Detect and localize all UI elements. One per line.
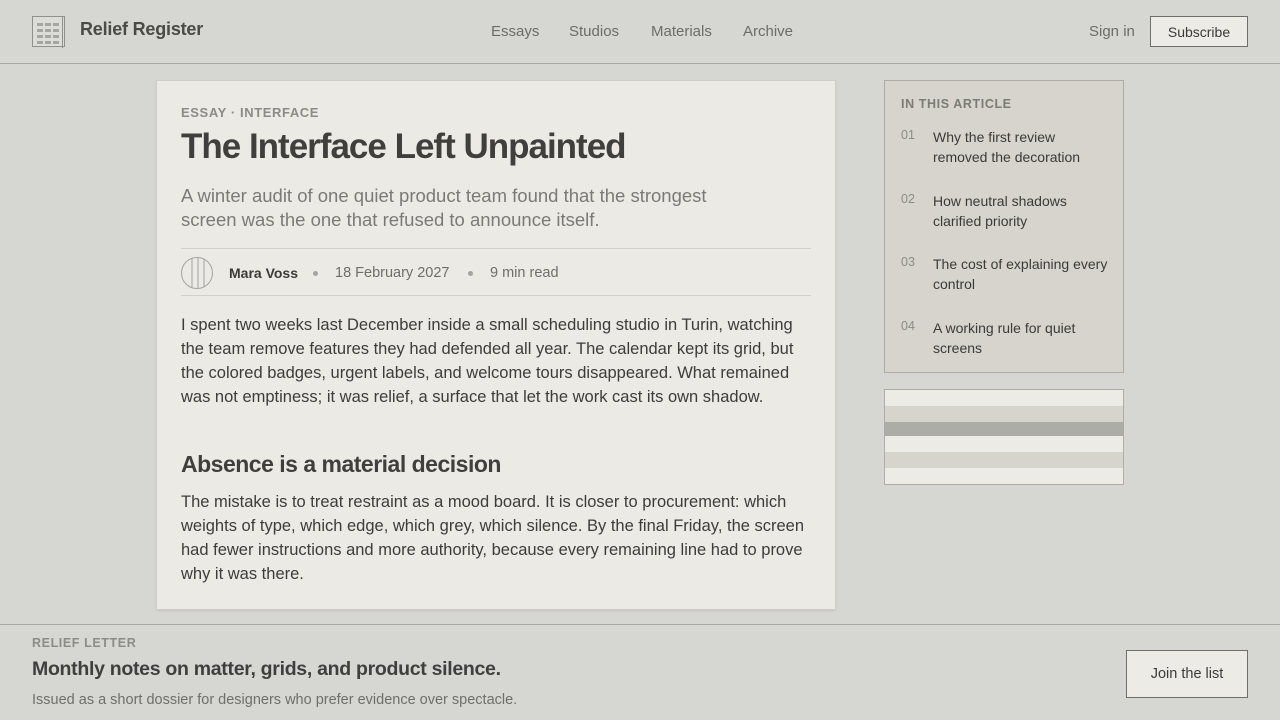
article-subtitle: A winter audit of one quiet product team… bbox=[181, 185, 707, 230]
material-swatch-panel bbox=[884, 389, 1124, 485]
article-card: ESSAY · INTERFACE The Interface Left Unp… bbox=[156, 80, 836, 610]
newsletter-title: Monthly notes on matter, grids, and prod… bbox=[32, 658, 501, 680]
author-name[interactable]: Mara Voss bbox=[229, 265, 298, 281]
publish-date: 18 February 2027 bbox=[335, 265, 450, 281]
nav-archive[interactable]: Archive bbox=[743, 23, 793, 40]
newsletter-footer: RELIEF LETTER Monthly notes on matter, g… bbox=[0, 624, 1280, 720]
article-paragraph: The mistake is to treat restraint as a m… bbox=[181, 493, 805, 583]
article-title: The Interface Left Unpainted bbox=[181, 127, 627, 166]
toc-heading: IN THIS ARTICLE bbox=[901, 97, 1012, 111]
site-header: Relief Register Essays Studios Materials… bbox=[0, 0, 1280, 64]
nav-essays[interactable]: Essays bbox=[491, 23, 539, 40]
swatch-stripe bbox=[885, 390, 1123, 406]
sign-in-link[interactable]: Sign in bbox=[1089, 23, 1135, 40]
section-heading: Absence is a material decision bbox=[181, 451, 501, 477]
toc-link[interactable]: Why the first review removed the decorat… bbox=[933, 127, 1109, 167]
meta-divider-top bbox=[181, 248, 811, 249]
toc-number: 04 bbox=[901, 319, 915, 333]
toc-number: 01 bbox=[901, 128, 915, 142]
swatch-stripe bbox=[885, 406, 1123, 422]
nav-studios[interactable]: Studios bbox=[569, 23, 619, 40]
newsletter-kicker: RELIEF LETTER bbox=[32, 636, 137, 650]
meta-separator bbox=[313, 271, 318, 276]
read-time: 9 min read bbox=[490, 265, 559, 281]
meta-separator bbox=[468, 271, 473, 276]
toc-number: 02 bbox=[901, 192, 915, 206]
avatar-icon bbox=[181, 257, 213, 289]
article-paragraph: I spent two weeks last December inside a… bbox=[181, 316, 794, 406]
swatch-stripe bbox=[885, 468, 1123, 484]
toc-link[interactable]: A working rule for quiet screens bbox=[933, 318, 1109, 358]
brand-name[interactable]: Relief Register bbox=[80, 19, 203, 40]
swatch-stripe bbox=[885, 422, 1123, 436]
subscribe-button[interactable]: Subscribe bbox=[1150, 16, 1248, 47]
article-kicker: ESSAY · INTERFACE bbox=[181, 105, 320, 120]
toc-link[interactable]: The cost of explaining every control bbox=[933, 254, 1109, 294]
newsletter-subtitle: Issued as a short dossier for designers … bbox=[32, 692, 518, 708]
toc-link[interactable]: How neutral shadows clarified priority bbox=[933, 191, 1109, 231]
toc-number: 03 bbox=[901, 255, 915, 269]
meta-divider-bottom bbox=[181, 295, 811, 296]
swatch-stripe bbox=[885, 452, 1123, 468]
table-of-contents: IN THIS ARTICLE 01 Why the first review … bbox=[884, 80, 1124, 373]
join-list-button[interactable]: Join the list bbox=[1126, 650, 1248, 698]
grid-logo-icon[interactable] bbox=[32, 16, 65, 48]
nav-materials[interactable]: Materials bbox=[651, 23, 712, 40]
swatch-stripe bbox=[885, 436, 1123, 452]
